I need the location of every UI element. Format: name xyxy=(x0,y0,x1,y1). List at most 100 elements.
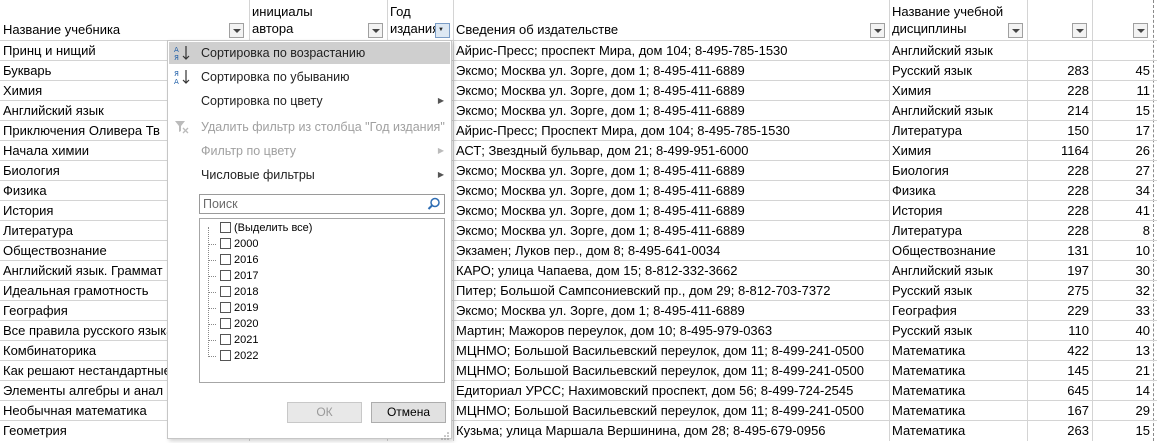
year-checkbox-item[interactable]: 2000 xyxy=(220,236,258,252)
filter-dropdown-button[interactable] xyxy=(1133,23,1148,38)
cell-subject[interactable]: Русский язык xyxy=(889,61,1027,81)
header-cell-col-g[interactable] xyxy=(1092,0,1153,40)
header-cell-year[interactable]: Год издания xyxy=(387,0,453,40)
cell-number-f[interactable]: 197 xyxy=(1027,261,1092,281)
cell-subject[interactable]: Литература xyxy=(889,121,1027,141)
cell-subject[interactable]: Химия xyxy=(889,141,1027,161)
cell-number-g[interactable]: 26 xyxy=(1092,141,1153,161)
cell-number-f[interactable]: 263 xyxy=(1027,421,1092,441)
cell-publisher[interactable]: МЦНМО; Большой Васильевский переулок, до… xyxy=(453,341,889,361)
cell-number-g[interactable] xyxy=(1092,41,1153,61)
header-cell-subject[interactable]: Название учебной дисциплины xyxy=(889,0,1027,40)
cell-subject[interactable]: Физика xyxy=(889,181,1027,201)
filter-dropdown-button[interactable] xyxy=(1072,23,1087,38)
cell-number-g[interactable]: 21 xyxy=(1092,361,1153,381)
select-all-checkbox-item[interactable]: (Выделить все) xyxy=(220,220,312,236)
filter-dropdown-button-active[interactable] xyxy=(435,23,450,38)
cell-publisher[interactable]: Эксмо; Москва ул. Зорге, дом 1; 8-495-41… xyxy=(453,201,889,221)
cell-number-f[interactable]: 275 xyxy=(1027,281,1092,301)
number-filters-item[interactable]: Числовые фильтры ▶ xyxy=(169,164,450,186)
sort-ascending-item[interactable]: АЯ Сортировка по возрастанию xyxy=(169,42,450,64)
cell-publisher[interactable]: Мартин; Мажоров переулок, дом 10; 8-495-… xyxy=(453,321,889,341)
cell-number-f[interactable]: 228 xyxy=(1027,221,1092,241)
sort-by-color-item[interactable]: Сортировка по цвету ▶ xyxy=(169,90,450,112)
cell-number-g[interactable]: 13 xyxy=(1092,341,1153,361)
cell-number-g[interactable]: 45 xyxy=(1092,61,1153,81)
cell-publisher[interactable]: Эксмо; Москва ул. Зорге, дом 1; 8-495-41… xyxy=(453,61,889,81)
cell-publisher[interactable]: АСТ; Звездный бульвар, дом 21; 8-499-951… xyxy=(453,141,889,161)
ok-button[interactable]: ОК xyxy=(287,402,362,423)
cell-number-f[interactable]: 283 xyxy=(1027,61,1092,81)
year-checkbox-item[interactable]: 2022 xyxy=(220,348,258,364)
cell-number-f[interactable]: 145 xyxy=(1027,361,1092,381)
year-checkbox-item[interactable]: 2017 xyxy=(220,268,258,284)
cell-number-f[interactable] xyxy=(1027,41,1092,61)
cell-subject[interactable]: Математика xyxy=(889,361,1027,381)
cell-number-f[interactable]: 110 xyxy=(1027,321,1092,341)
cell-subject[interactable]: Биология xyxy=(889,161,1027,181)
year-checkbox-item[interactable]: 2018 xyxy=(220,284,258,300)
cell-number-f[interactable]: 228 xyxy=(1027,81,1092,101)
cell-number-f[interactable]: 228 xyxy=(1027,161,1092,181)
cell-publisher[interactable]: МЦНМО; Большой Васильевский переулок, до… xyxy=(453,361,889,381)
cell-number-g[interactable]: 8 xyxy=(1092,221,1153,241)
filter-dropdown-button[interactable] xyxy=(1008,23,1023,38)
cell-publisher[interactable]: Кузьма; улица Маршала Вершинина, дом 28;… xyxy=(453,421,889,441)
year-checkbox-item[interactable]: 2021 xyxy=(220,332,258,348)
filter-dropdown-button[interactable] xyxy=(870,23,885,38)
cell-number-g[interactable]: 17 xyxy=(1092,121,1153,141)
cell-subject[interactable]: Английский язык xyxy=(889,101,1027,121)
cell-number-g[interactable]: 14 xyxy=(1092,381,1153,401)
checkbox[interactable] xyxy=(220,301,231,313)
cell-subject[interactable]: История xyxy=(889,201,1027,221)
cell-publisher[interactable]: Эксмо; Москва ул. Зорге, дом 1; 8-495-41… xyxy=(453,161,889,181)
cell-number-g[interactable]: 11 xyxy=(1092,81,1153,101)
filter-dropdown-button[interactable] xyxy=(229,23,244,38)
cell-number-g[interactable]: 41 xyxy=(1092,201,1153,221)
cell-subject[interactable]: Обществознание xyxy=(889,241,1027,261)
sort-descending-item[interactable]: ЯА Сортировка по убыванию xyxy=(169,66,450,88)
cell-subject[interactable]: Математика xyxy=(889,341,1027,361)
cell-subject[interactable]: География xyxy=(889,301,1027,321)
cell-number-f[interactable]: 229 xyxy=(1027,301,1092,321)
cell-publisher[interactable]: Едиториал УРСС; Нахимовский проспект, до… xyxy=(453,381,889,401)
checkbox[interactable] xyxy=(220,333,231,345)
cell-publisher[interactable]: Питер; Большой Сампсониевский пр., дом 2… xyxy=(453,281,889,301)
cell-number-f[interactable]: 131 xyxy=(1027,241,1092,261)
cell-subject[interactable]: Английский язык xyxy=(889,261,1027,281)
cell-subject[interactable]: Английский язык xyxy=(889,41,1027,61)
cell-number-g[interactable]: 34 xyxy=(1092,181,1153,201)
cell-publisher[interactable]: КАРО; улица Чапаева, дом 15; 8-812-332-3… xyxy=(453,261,889,281)
checkbox[interactable] xyxy=(220,349,231,361)
cell-number-f[interactable]: 1164 xyxy=(1027,141,1092,161)
cell-publisher[interactable]: Айрис-Пресс; проспект Мира, дом 104; 8-4… xyxy=(453,41,889,61)
checkbox[interactable] xyxy=(220,285,231,297)
filter-dropdown-button[interactable] xyxy=(368,23,383,38)
cell-publisher[interactable]: Эксмо; Москва ул. Зорге, дом 1; 8-495-41… xyxy=(453,81,889,101)
cell-number-g[interactable]: 27 xyxy=(1092,161,1153,181)
cell-number-f[interactable]: 422 xyxy=(1027,341,1092,361)
cell-number-g[interactable]: 15 xyxy=(1092,421,1153,441)
cell-subject[interactable]: Математика xyxy=(889,381,1027,401)
cell-number-f[interactable]: 228 xyxy=(1027,181,1092,201)
cell-publisher[interactable]: МЦНМО; Большой Васильевский переулок, до… xyxy=(453,401,889,421)
cell-number-f[interactable]: 150 xyxy=(1027,121,1092,141)
cell-publisher[interactable]: Эксмо; Москва ул. Зорге, дом 1; 8-495-41… xyxy=(453,101,889,121)
cell-number-g[interactable]: 29 xyxy=(1092,401,1153,421)
cell-number-g[interactable]: 15 xyxy=(1092,101,1153,121)
cell-publisher[interactable]: Эксмо; Москва ул. Зорге, дом 1; 8-495-41… xyxy=(453,181,889,201)
cell-subject[interactable]: Русский язык xyxy=(889,321,1027,341)
checkbox[interactable] xyxy=(220,237,231,249)
cell-number-g[interactable]: 32 xyxy=(1092,281,1153,301)
checkbox[interactable] xyxy=(220,317,231,329)
cell-publisher[interactable]: Айрис-Пресс; Проспект Мира, дом 104; 8-4… xyxy=(453,121,889,141)
cell-number-f[interactable]: 214 xyxy=(1027,101,1092,121)
header-cell-publisher[interactable]: Сведения об издательстве xyxy=(453,0,889,40)
year-checkbox-item[interactable]: 2019 xyxy=(220,300,258,316)
cell-subject[interactable]: Математика xyxy=(889,401,1027,421)
header-cell-title[interactable]: Название учебника xyxy=(0,0,249,40)
cell-publisher[interactable]: Экзамен; Луков пер., дом 8; 8-495-641-00… xyxy=(453,241,889,261)
search-icon[interactable] xyxy=(427,197,441,211)
year-checkbox-item[interactable]: 2016 xyxy=(220,252,258,268)
cancel-button[interactable]: Отмена xyxy=(371,402,446,423)
